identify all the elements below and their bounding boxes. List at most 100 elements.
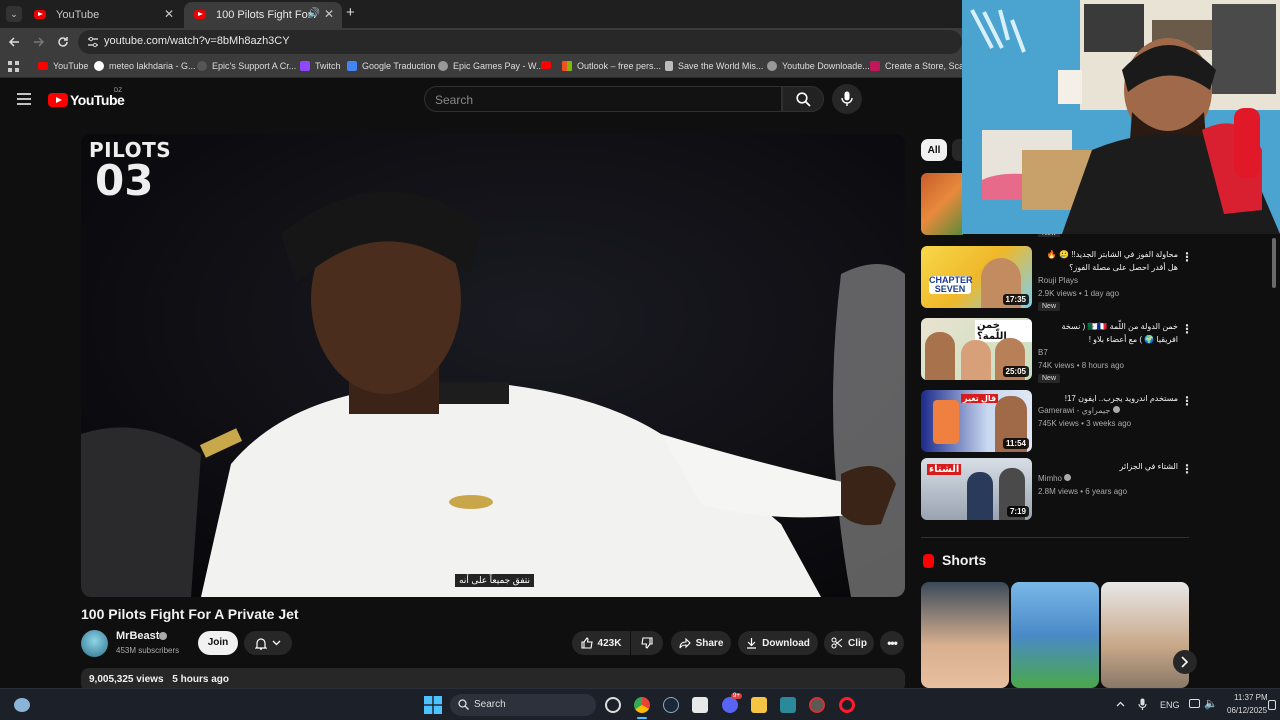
more-vertical-icon[interactable]: ⋮	[1181, 250, 1193, 264]
back-icon[interactable]	[8, 36, 20, 48]
share-label: Share	[695, 637, 724, 649]
channel-name[interactable]: MrBeast	[116, 630, 159, 642]
youtube-logo[interactable]: YouTube DZ	[48, 88, 128, 109]
recommendation-views: 745K views	[1038, 419, 1079, 428]
yc-icon	[870, 61, 880, 71]
app-icon[interactable]	[692, 697, 708, 713]
app-icon[interactable]	[780, 697, 796, 713]
audio-playing-icon[interactable]: 🔊	[308, 8, 320, 19]
notification-icon[interactable]	[1268, 700, 1276, 710]
google-icon	[94, 61, 104, 71]
menu-icon[interactable]	[17, 93, 31, 105]
address-bar[interactable]: youtube.com/watch?v=8bMh8azh3CY	[78, 30, 962, 54]
video-player[interactable]: PILOTS 03 نتفق جميعاً على أنه	[81, 134, 905, 597]
url-text[interactable]: youtube.com/watch?v=8bMh8azh3CY	[104, 35, 290, 47]
short-thumbnail[interactable]	[1011, 582, 1099, 688]
taskbar-search[interactable]: Search	[450, 694, 596, 716]
webcam-overlay	[962, 0, 1280, 234]
short-thumbnail[interactable]	[921, 582, 1009, 688]
more-actions-button[interactable]: •••	[880, 631, 904, 655]
bookmark-youtube-2[interactable]	[541, 61, 556, 69]
search-button[interactable]	[782, 86, 824, 112]
search-input[interactable]: Search	[424, 86, 782, 112]
reload-icon[interactable]	[57, 36, 69, 48]
widgets-icon[interactable]	[14, 698, 30, 712]
forward-icon[interactable]	[33, 36, 45, 48]
close-tab-icon[interactable]: ✕	[164, 7, 174, 21]
bookmark-twitch[interactable]: Twitch	[300, 61, 341, 71]
dislike-button[interactable]	[631, 631, 663, 655]
notifications-button[interactable]	[244, 631, 292, 655]
file-explorer-icon[interactable]	[751, 697, 767, 713]
clock-date[interactable]: 06/12/2025	[1227, 706, 1267, 715]
page-scrollbar[interactable]	[1270, 234, 1278, 688]
clock-time[interactable]: 11:37 PM	[1234, 693, 1268, 702]
volume-icon[interactable]: 🔈	[1204, 697, 1218, 710]
like-button[interactable]: 423K	[572, 631, 630, 655]
chevron-up-icon[interactable]	[1116, 701, 1125, 707]
shorts-label: Shorts	[942, 552, 987, 568]
bookmark-meteo[interactable]: meteo lakhdaria - G...	[94, 61, 196, 71]
recommendation-thumbnail-partial[interactable]	[921, 173, 963, 235]
tab-label: YouTube	[56, 9, 100, 21]
recommendation-thumbnail: قال تغير 11:54	[921, 390, 1032, 452]
new-tab-button[interactable]: +	[346, 4, 355, 21]
chrome-icon[interactable]	[634, 697, 650, 713]
recommendation-title: مستخدم اندرويد يجرب.. ايفون 17!	[1064, 394, 1178, 403]
network-icon[interactable]	[1189, 699, 1200, 708]
chip-all[interactable]: All	[921, 139, 947, 161]
start-button[interactable]	[424, 696, 442, 714]
discord-icon[interactable]	[722, 697, 738, 713]
recommendation-item[interactable]: الشتاء 7:19 الشتاء في الجزائر Mimho 2.8M…	[921, 458, 1193, 522]
bookmark-epic-pay[interactable]: Epic Games Pay - W...	[438, 61, 544, 71]
recommendation-item[interactable]: خمن اللّمة؟ 25:05 خمن الدولة من اللّمة 🇩…	[921, 318, 1193, 383]
windows-taskbar: Search 9+ ENG 🔈 11:37 PM 06/12/2025	[0, 688, 1280, 720]
thumbnail-phone	[933, 400, 959, 444]
voice-search-button[interactable]	[832, 84, 862, 114]
share-button[interactable]: Share	[671, 631, 731, 655]
bookmark-google-traduction[interactable]: Google Traduction	[347, 61, 436, 71]
shorts-next-button[interactable]	[1173, 650, 1197, 674]
tab-search-button[interactable]: ⌄	[6, 6, 22, 22]
close-tab-icon[interactable]: ✕	[324, 7, 334, 21]
more-vertical-icon[interactable]: ⋮	[1181, 462, 1193, 476]
language-indicator[interactable]: ENG	[1160, 700, 1180, 710]
microsoft-icon	[562, 61, 572, 71]
site-info-icon[interactable]	[87, 36, 99, 48]
bookmark-outlook[interactable]: Outlook – free pers...	[562, 61, 661, 71]
app-icon[interactable]	[809, 697, 825, 713]
chatgpt-icon[interactable]	[605, 697, 621, 713]
more-vertical-icon[interactable]: ⋮	[1181, 322, 1193, 336]
recommendation-title: محاولة الفوز في الشابتر الجديد!! 🥲 🔥 هل …	[1046, 250, 1178, 272]
download-icon	[747, 638, 757, 649]
opera-icon[interactable]	[839, 697, 855, 713]
short-thumbnail[interactable]	[1101, 582, 1189, 688]
clip-button[interactable]: Clip	[824, 631, 874, 655]
bookmark-save-the-world[interactable]: Save the World Mis...	[665, 61, 763, 71]
share-icon	[679, 637, 691, 648]
recommendation-channel: Gamerawi - جيمراوي	[1038, 406, 1120, 415]
search-icon	[796, 92, 811, 107]
channel-avatar[interactable]	[81, 630, 108, 657]
tab-video-active[interactable]: 100 Pilots Fight For A Privat 🔊 ✕	[184, 2, 342, 28]
recommendation-item[interactable]: قال تغير 11:54 مستخدم اندرويد يجرب.. ايف…	[921, 390, 1193, 454]
recommendation-item[interactable]: CHAPTER SEVEN 17:35 محاولة الفوز في الشا…	[921, 246, 1193, 311]
apps-grid-icon[interactable]	[8, 61, 19, 72]
microphone-icon[interactable]	[1138, 698, 1147, 711]
thumbnail-caption: قال تغير	[961, 394, 999, 403]
scrollbar-thumb[interactable]	[1272, 238, 1276, 288]
download-button[interactable]: Download	[738, 631, 818, 655]
bookmark-create-store[interactable]: Create a Store, Scal...	[870, 61, 974, 71]
thumbnail-caption: الشتاء	[927, 464, 962, 475]
join-button[interactable]: Join	[198, 631, 238, 655]
recommendation-channel: Mimho	[1038, 474, 1072, 483]
thumbnail-caption: CHAPTER SEVEN	[929, 275, 973, 294]
tab-youtube[interactable]: YouTube ✕	[24, 2, 182, 28]
bookmark-youtube-downloader[interactable]: Youtube Downloade...	[767, 61, 870, 71]
new-badge: New	[1038, 374, 1061, 383]
steam-icon[interactable]	[663, 697, 679, 713]
bookmark-epic-support[interactable]: Epic's Support A Cr...	[197, 61, 296, 71]
new-badge: New	[1038, 302, 1061, 311]
more-vertical-icon[interactable]: ⋮	[1181, 394, 1193, 408]
bookmark-youtube[interactable]: YouTube	[38, 61, 88, 71]
